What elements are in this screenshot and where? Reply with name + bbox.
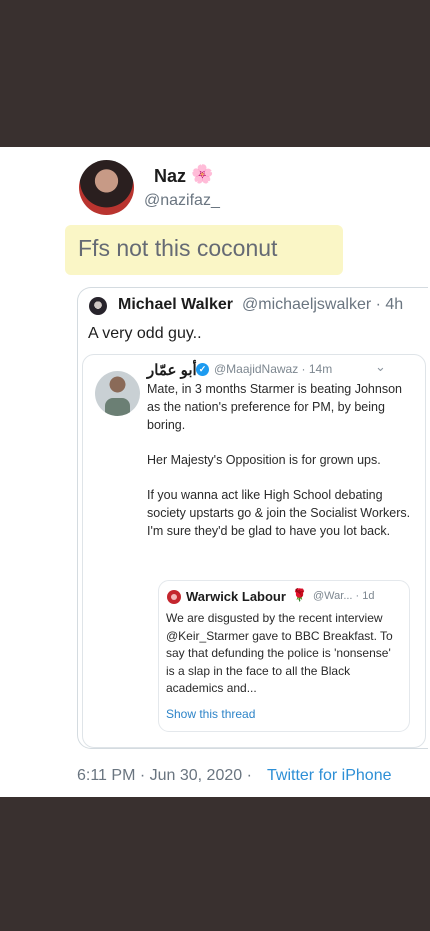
embedded-paragraph: Mate, in 3 months Starmer is beating Joh… (147, 382, 402, 432)
embedded-tweet-screenshot: أبو عمّار ✓ @MaajidNawaz · 14m ⌄ Mate, i… (82, 354, 426, 748)
warwick-labour-handle: @War... · 1d (313, 590, 375, 602)
warwick-labour-quote: Warwick Labour 🌹 @War... · 1d We are dis… (158, 580, 410, 732)
embedded-text: Mate, in 3 months Starmer is beating Joh… (147, 380, 415, 557)
warwick-labour-name: Warwick Labour (186, 589, 286, 604)
avatar[interactable] (79, 160, 134, 215)
embedded-paragraph: Her Majesty's Opposition is for grown up… (147, 453, 381, 467)
quoted-avatar[interactable] (89, 297, 107, 315)
author-name[interactable]: Naz (154, 166, 186, 187)
source-link[interactable]: Twitter for iPhone (267, 767, 392, 785)
embedded-author-name: أبو عمّار (147, 362, 197, 379)
flower-emoji: 🌸 (191, 164, 214, 184)
quoted-tweet[interactable]: Michael Walker @michaeljswalker · 4h A v… (77, 287, 428, 749)
tweet-text: Ffs not this coconut (78, 235, 278, 261)
warwick-labour-text: We are disgusted by the recent interview… (166, 611, 393, 695)
embedded-avatar (95, 371, 140, 416)
quoted-text: A very odd guy.. (88, 325, 202, 342)
timestamp[interactable]: 6:11 PM · Jun 30, 2020 · (77, 767, 252, 785)
rose-emoji: 🌹 (292, 588, 307, 602)
verified-badge-icon: ✓ (196, 363, 209, 376)
show-thread-link: Show this thread (166, 707, 256, 721)
author-handle[interactable]: @nazifaz_ (144, 192, 220, 210)
embedded-paragraph: If you wanna act like High School debati… (147, 488, 411, 538)
chevron-down-icon: ⌄ (375, 359, 386, 374)
quoted-author-handle: @michaeljswalker · 4h (242, 296, 404, 313)
tweet-card: Naz 🌸 @nazifaz_ Ffs not this coconut Mic… (0, 147, 430, 797)
embedded-author-handle: @MaajidNawaz · 14m (214, 362, 333, 376)
quoted-author-name[interactable]: Michael Walker (118, 296, 233, 314)
warwick-labour-avatar (167, 590, 181, 604)
